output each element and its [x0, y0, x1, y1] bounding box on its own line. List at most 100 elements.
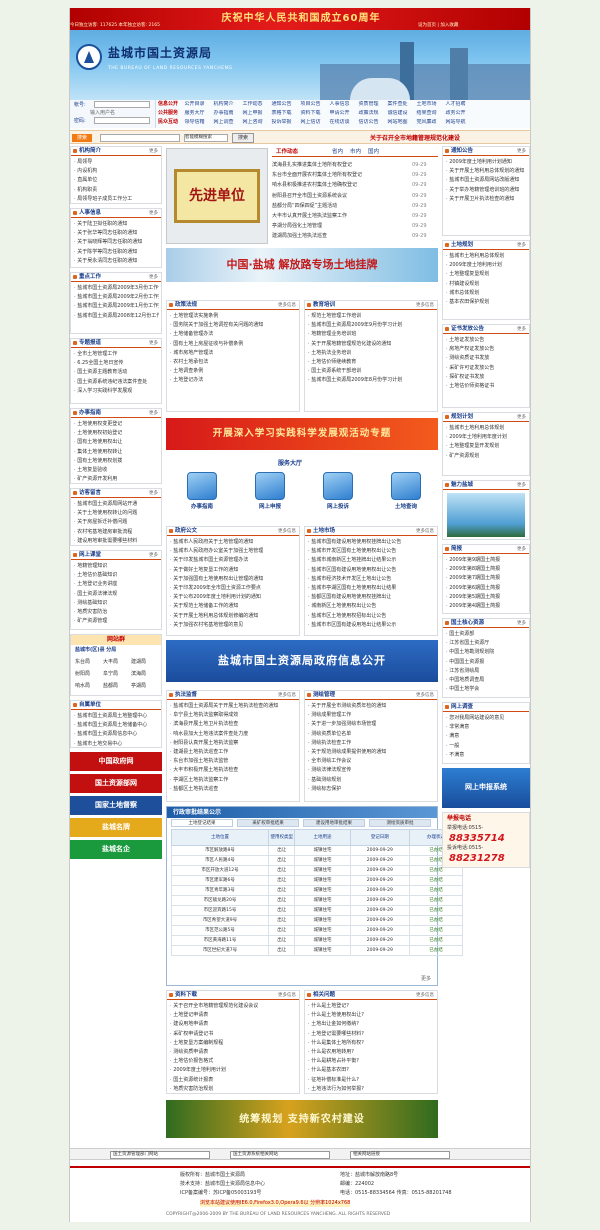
city-land-banner[interactable]: 中国·盐城 解放路专场土地挂牌	[166, 248, 438, 282]
list-item[interactable]: 2009年第8期国土简报	[446, 565, 527, 574]
list-item[interactable]: 盐城市土地利用总体规划	[446, 252, 527, 261]
nav-link[interactable]: 政策法规	[354, 110, 383, 119]
list-item[interactable]: 盐城市国土资源局2009年3月份工作计划完成情况	[74, 284, 159, 293]
approval-tab[interactable]: 采矿权审批结果	[237, 819, 299, 827]
list-item[interactable]: 采矿许可证发放公告	[446, 364, 527, 373]
list-item[interactable]: 土地使用权变更登记	[74, 420, 159, 429]
work-item[interactable]: 响水县积极推进农村集体土地确权登记 09-29	[272, 180, 438, 190]
left-section-more-link[interactable]: 更多	[149, 275, 158, 281]
list-item[interactable]: 2009年第9期国土简报	[446, 556, 527, 565]
list-item[interactable]: 江苏省测绘局	[446, 667, 527, 676]
nav-link[interactable]: 机构简介	[209, 101, 238, 110]
partner-logo-link[interactable]: 中国政府网	[70, 752, 162, 771]
list-item[interactable]: 国有土地上房屋征收与补偿条例	[170, 340, 297, 349]
nav-link[interactable]: 党风廉政	[412, 119, 441, 128]
nav-link[interactable]: 结果查询	[412, 110, 441, 119]
password-input[interactable]	[94, 117, 150, 124]
list-item[interactable]: 关于陈学等同志任职的通知	[74, 248, 159, 257]
list-item[interactable]: 关于加强国有土地使用权出让管理的通知	[170, 575, 297, 584]
planning-banner[interactable]: 统筹规划 支持新农村建设	[166, 1100, 438, 1138]
list-item[interactable]: 测绘标志保护	[308, 785, 435, 794]
list-item[interactable]: 房地产权证发放公告	[446, 345, 527, 354]
list-item[interactable]: 土地估价基础知识	[74, 571, 159, 580]
work-item[interactable]: 射阳县召开全市国土资源系统会议 09-29	[272, 191, 438, 201]
list-item[interactable]: 矿产资源开发利用	[74, 475, 159, 484]
list-item[interactable]: 盐城市城南新区土地挂牌出让结果公示	[308, 556, 435, 565]
list-item[interactable]: 城南新区土地使用权出让公告	[308, 602, 435, 611]
table-row[interactable]: 市区黄海路11号 出让 城镇住宅 2009-09-29 已办结	[171, 935, 463, 946]
list-item[interactable]: 城市房地产管理法	[170, 349, 297, 358]
list-item[interactable]: 国有土地使用权出让	[74, 438, 159, 447]
list-item[interactable]: 关于规范土地储备工作的通知	[170, 602, 297, 611]
list-item[interactable]: 东台市加强土地执法监管	[170, 757, 297, 766]
list-item[interactable]: 亭湖区土地执法监察工作	[170, 776, 297, 785]
left-section-more-link[interactable]: 更多	[149, 211, 158, 217]
partner-logo-link[interactable]: 盐城名企	[70, 840, 162, 859]
work-item[interactable]: 盐都分局“四保四促”主题活动 09-29	[272, 201, 438, 211]
nav-link[interactable]: 公开目录	[180, 101, 209, 110]
list-item[interactable]: 基础测绘规划	[308, 776, 435, 785]
table-row[interactable]: 市区毓龙路20号 出让 城镇住宅 2009-09-29 已办结	[171, 895, 463, 906]
right-section-more-link[interactable]: 更多	[517, 149, 526, 155]
search-button[interactable]: 搜索	[232, 133, 254, 143]
list-item[interactable]: 响水县加大土地违法案件查处力度	[170, 730, 297, 739]
list-item[interactable]: 盐城市人民政府关于土地管理的通知	[170, 538, 297, 547]
list-item[interactable]: 土地估价师资格证书	[446, 382, 527, 391]
list-item[interactable]: 土地整理复垦规划	[446, 270, 527, 279]
list-item[interactable]: 2009年第4期国土简报	[446, 602, 527, 611]
list-item[interactable]: 全市测绘工作会议	[308, 757, 435, 766]
list-item[interactable]: 2009年度土地利用计划通知	[446, 158, 527, 167]
list-item[interactable]: 盐城市国土资源局2009年8月份学习计划	[308, 376, 435, 385]
list-item[interactable]: 国土资源系统干部培训	[308, 367, 435, 376]
list-item[interactable]: 6.25全国土地日宣传	[74, 359, 159, 368]
list-item[interactable]: 中国国土资源报	[446, 658, 527, 667]
nav-link[interactable]: 信访公告	[354, 119, 383, 128]
table-row[interactable]: 市区人民路4号 出让 城镇住宅 2009-09-29 已办结	[171, 855, 463, 866]
list-item[interactable]: 国务院关于加强土地调控有关问题的通知	[170, 321, 297, 330]
list-item[interactable]: 2009年第6期国土简报	[446, 584, 527, 593]
service-button[interactable]: 办事指南	[174, 472, 230, 516]
approval-more-link[interactable]: 更多	[421, 976, 431, 983]
footer-link-select[interactable]: 相关网站链接	[350, 1151, 450, 1159]
list-item[interactable]: 什么是土地登记?	[308, 1002, 435, 1011]
list-item[interactable]: 盐城市市区国有建设用地出让结果公示	[308, 621, 435, 630]
nav-link[interactable]: 申请公开	[325, 110, 354, 119]
list-item[interactable]: 关于陆卫拟任职的通知	[74, 220, 159, 229]
list-item[interactable]: 盐城市国土资源局2009年1月份工作完成情况	[74, 302, 159, 311]
service-button[interactable]: 网上投诉	[310, 472, 366, 516]
list-item[interactable]: 国土资源部	[446, 630, 527, 639]
list-item[interactable]: 盐城市国土资源局土地储备中心	[74, 721, 159, 730]
list-item[interactable]: 关于做好土地复垦工作的通知	[170, 566, 297, 575]
approval-tab[interactable]: 土地登记结果	[171, 819, 233, 827]
list-item[interactable]: 土地出让金如何缴纳?	[308, 1020, 435, 1029]
left-section-more-link[interactable]: 更多	[149, 411, 158, 417]
faq-more-link[interactable]: 更多信息	[416, 993, 434, 999]
list-item[interactable]: 土地登记申请表	[170, 1011, 297, 1020]
nav-link[interactable]: 工作动态	[238, 101, 267, 110]
nav-link[interactable]: 土地市场	[412, 101, 441, 110]
nav-link[interactable]: 通知公告	[267, 101, 296, 110]
list-item[interactable]: 测绘资质申请表	[170, 1048, 297, 1057]
list-item[interactable]: 征地补偿标准是什么?	[308, 1076, 435, 1085]
nav-link[interactable]: 网上调查	[209, 119, 238, 128]
list-item[interactable]: 大丰市积极开展土地执法检查	[170, 766, 297, 775]
left-section-more-link[interactable]: 更多	[149, 149, 158, 155]
left-section-more-link[interactable]: 更多	[149, 341, 158, 347]
list-item[interactable]: 测绘资质单位名单	[308, 730, 435, 739]
list-item[interactable]: 非常满意	[446, 723, 527, 732]
list-item[interactable]: 盐城市国土资源局2009年9月份学习计划	[308, 321, 435, 330]
account-input[interactable]	[94, 101, 150, 108]
right-section-more-link[interactable]: 更多	[517, 621, 526, 627]
list-item[interactable]: 局领导	[74, 158, 159, 167]
downloads-more-link[interactable]: 更多信息	[278, 993, 296, 999]
list-item[interactable]: 关于土地使用权转让的问题	[74, 509, 159, 518]
list-item[interactable]: 规范土地管理工作培训	[308, 312, 435, 321]
nav-link[interactable]: 政务公开	[441, 110, 470, 119]
list-item[interactable]: 盐城市经济技术开发区土地出让公告	[308, 575, 435, 584]
partner-logo-link[interactable]: 国家土地督察	[70, 796, 162, 815]
list-item[interactable]: 什么是基本农田?	[308, 1066, 435, 1075]
list-item[interactable]: 矿产资源规划	[446, 452, 527, 461]
list-item[interactable]: 盐城市国有建设用地使用权挂牌出让公告	[308, 538, 435, 547]
list-item[interactable]: 什么是农用地转用?	[308, 1048, 435, 1057]
list-item[interactable]: 测绘成果管理工作	[308, 711, 435, 720]
